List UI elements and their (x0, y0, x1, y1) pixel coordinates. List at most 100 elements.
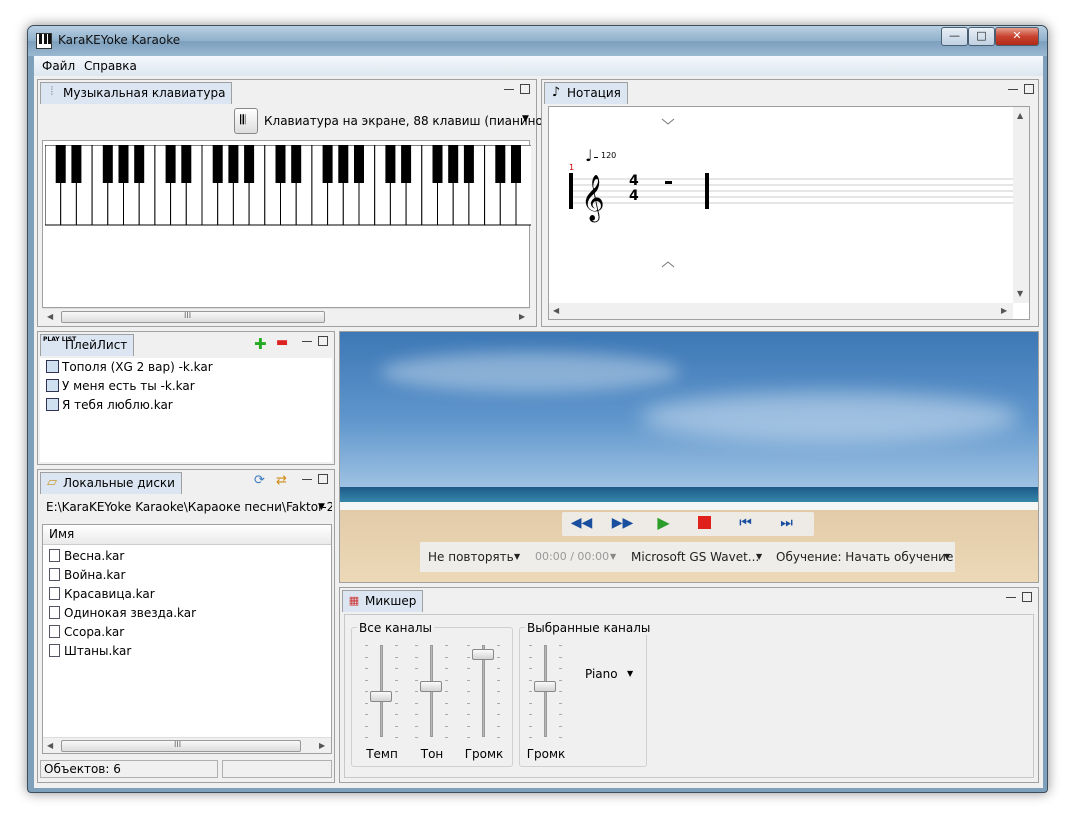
piano-keyboard[interactable] (45, 145, 531, 229)
panel-maximize-icon[interactable] (318, 474, 328, 484)
black-key[interactable] (165, 145, 176, 183)
item-label: Ссора.kar (64, 625, 125, 639)
fader-tick (395, 668, 398, 669)
scroll-right-icon[interactable]: ▶ (519, 312, 525, 321)
black-key[interactable] (212, 145, 223, 183)
rewind-button[interactable]: ◀◀ (566, 512, 597, 534)
black-key[interactable] (448, 145, 459, 183)
keyboard-selector[interactable]: Клавиатура на экране, 88 клавиш (пианино… (264, 114, 548, 128)
panel-maximize-icon[interactable] (520, 84, 530, 94)
panel-minimize-icon[interactable] (504, 84, 514, 90)
menu-help[interactable]: Справка (84, 59, 137, 73)
chevron-down-icon[interactable]: ▼ (514, 542, 520, 572)
remove-icon[interactable]: ▬ (276, 335, 288, 350)
black-key[interactable] (228, 145, 239, 183)
chevron-down-icon[interactable]: ▼ (756, 542, 762, 572)
score-vscroll[interactable]: ▲ ▼ (1013, 107, 1029, 303)
black-key[interactable] (511, 145, 521, 183)
title-bar[interactable]: KaraKEYoke Karaoke — □ ✕ (28, 26, 1047, 56)
previous-button[interactable]: ⏮ (730, 512, 761, 534)
chevron-down-icon[interactable]: ▼ (627, 669, 633, 678)
black-key[interactable] (495, 145, 506, 183)
black-key[interactable] (338, 145, 349, 183)
black-key[interactable] (432, 145, 443, 183)
column-header-name[interactable]: Имя (43, 525, 331, 545)
scroll-left-icon[interactable]: ◀ (553, 306, 559, 315)
scroll-left-icon[interactable]: ◀ (47, 741, 53, 750)
refresh-icon[interactable]: ⟳ (254, 473, 265, 488)
chevron-down-icon[interactable]: ▼ (318, 502, 325, 512)
repeat-select[interactable]: Не повторять (428, 542, 514, 572)
fader-tick (467, 679, 470, 681)
tab-notation[interactable]: ♪ Нотация (544, 82, 628, 104)
score-hscroll[interactable]: ◀ ▶ (549, 303, 1013, 319)
panel-maximize-icon[interactable] (318, 336, 328, 346)
menu-file[interactable]: Файл (42, 59, 75, 73)
panel-minimize-icon[interactable] (1008, 84, 1018, 90)
fader-knob[interactable] (370, 690, 392, 702)
file-list-scrollbar[interactable]: ◀ III ▶ (43, 737, 331, 753)
tab-local-disks[interactable]: ▱ Локальные диски (40, 472, 182, 494)
panel-maximize-icon[interactable] (1024, 84, 1034, 94)
list-item[interactable]: Тополя (XG 2 вар) -k.kar (46, 360, 213, 378)
score-staff[interactable]: 𝄞 ♩ (549, 107, 1013, 303)
black-key[interactable] (385, 145, 396, 183)
minimize-button[interactable]: — (941, 27, 968, 46)
fader-knob[interactable] (420, 681, 442, 693)
scroll-thumb[interactable]: III (61, 740, 301, 752)
add-icon[interactable]: ✚ (254, 335, 267, 353)
list-item[interactable]: Ссора.kar (49, 625, 124, 643)
black-key[interactable] (322, 145, 333, 183)
scroll-up-icon[interactable]: ▲ (1017, 111, 1023, 120)
device-select[interactable]: Microsoft GS Wavet... (631, 542, 759, 572)
stop-button[interactable] (689, 512, 720, 534)
path-combo[interactable]: E:\KaraKEYoke Karaoke\Караоке песни\Fakt… (42, 497, 332, 519)
black-key[interactable] (401, 145, 412, 183)
panel-maximize-icon[interactable] (1022, 592, 1032, 602)
scroll-thumb[interactable]: III (61, 311, 325, 323)
scroll-down-icon[interactable]: ▼ (1017, 289, 1023, 298)
list-item[interactable]: Я тебя люблю.kar (46, 398, 173, 416)
fader-knob[interactable] (472, 649, 494, 661)
learning-select[interactable]: Обучение: Начать обучение (776, 542, 953, 572)
keyboard-scrollbar[interactable]: ◀ III ▶ (43, 308, 530, 324)
tab-keyboard[interactable]: 𝄄 Музыкальная клавиатура (40, 82, 233, 104)
chevron-down-icon[interactable]: ▼ (944, 542, 950, 572)
black-key[interactable] (134, 145, 145, 183)
list-item[interactable]: Одинокая звезда.kar (49, 606, 196, 624)
next-button[interactable]: ⏭ (771, 512, 802, 534)
black-key[interactable] (354, 145, 364, 183)
black-key[interactable] (291, 145, 302, 183)
black-key[interactable] (463, 145, 474, 183)
sync-icon[interactable]: ⇄ (276, 473, 287, 488)
chevron-down-icon[interactable]: ▼ (610, 542, 616, 572)
list-item[interactable]: Весна.kar (49, 549, 124, 567)
list-item[interactable]: Война.kar (49, 568, 125, 586)
keyboard-type-button[interactable]: 𝄃𝄃 (234, 108, 258, 134)
tab-mixer[interactable]: ▦ Микшер (342, 590, 424, 612)
panel-minimize-icon[interactable] (302, 336, 312, 342)
black-key[interactable] (181, 145, 192, 183)
fast-forward-button[interactable]: ▶▶ (607, 512, 638, 534)
panel-minimize-icon[interactable] (1006, 592, 1016, 598)
black-key[interactable] (118, 145, 129, 183)
black-key[interactable] (275, 145, 286, 183)
scroll-right-icon[interactable]: ▶ (319, 741, 325, 750)
black-key[interactable] (71, 145, 82, 183)
black-key[interactable] (244, 145, 255, 183)
list-item[interactable]: Штаны.kar (49, 644, 131, 662)
black-key[interactable] (55, 145, 66, 183)
scroll-right-icon[interactable]: ▶ (1001, 306, 1007, 315)
instrument-select[interactable]: Piano (585, 667, 618, 681)
black-key[interactable] (102, 145, 113, 183)
close-button[interactable]: ✕ (995, 27, 1039, 46)
list-item[interactable]: У меня есть ты -k.kar (46, 379, 195, 397)
maximize-button[interactable]: □ (968, 27, 995, 46)
panel-minimize-icon[interactable] (302, 474, 312, 480)
fader-knob[interactable] (534, 681, 556, 693)
chevron-down-icon[interactable]: ▼ (522, 114, 529, 124)
tab-playlist[interactable]: PLAY LIST ПлейЛист (40, 334, 135, 356)
scroll-left-icon[interactable]: ◀ (47, 312, 53, 321)
play-button[interactable]: ▶ (648, 512, 679, 534)
list-item[interactable]: Красавица.kar (49, 587, 155, 605)
